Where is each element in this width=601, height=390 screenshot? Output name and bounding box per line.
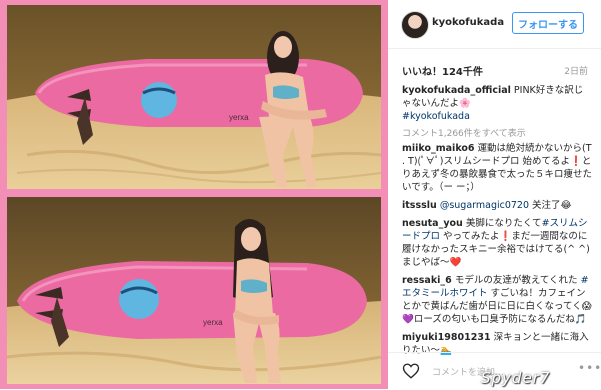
comment-mention[interactable]: @sugarmagic0720 [440, 200, 529, 211]
comment-username[interactable]: itssslu [402, 200, 437, 211]
surfboard [17, 261, 367, 339]
avatar[interactable] [401, 11, 429, 39]
post-header: kyokofukada フォローする [388, 0, 601, 49]
comment-item: nesuta_you 美脚になりたくて#スリムシードプロ やってみたよ❗️まだ一… [402, 217, 594, 269]
svg-text:yerxa: yerxa [229, 113, 249, 122]
post-sidebar: kyokofukada フォローする いいね！124千件 2日前 kyokofu… [388, 0, 601, 389]
svg-text:yerxa: yerxa [203, 318, 223, 327]
likes-count[interactable]: いいね！124千件 [402, 63, 483, 78]
comment-username[interactable]: miyuki19801231 [402, 332, 491, 343]
more-options-icon[interactable]: ••• [578, 361, 601, 375]
post-date[interactable]: 2日前 [564, 64, 588, 77]
comment-item: miiko_maiko6 運動は絶対続かないから(T . T)(ﾟ∀ﾟ)スリムシ… [402, 142, 594, 194]
caption-username[interactable]: kyokofukada_official [402, 85, 511, 96]
photo-top-illustration: yerxa [7, 5, 381, 189]
comment-username[interactable]: ressaki_6 [402, 275, 452, 286]
watermark: Spyder7 [481, 369, 551, 387]
comment-list: miiko_maiko6 運動は絶対続かないから(T . T)(ﾟ∀ﾟ)スリムシ… [402, 142, 594, 362]
comment-text: 关注了😂 [529, 200, 572, 211]
photo-collage[interactable]: yerxa yerxa [0, 0, 388, 389]
comment-item: ressaki_6 モデルの友達が教えてくれた #エタミールホワイト すごいね！… [402, 274, 594, 326]
username-link[interactable]: kyokofukada [432, 17, 504, 28]
post-caption: kyokofukada_official PINK好きな訳じゃないんだよ🌸 #k… [402, 84, 592, 123]
post-photo-bottom[interactable]: yerxa [7, 197, 381, 384]
comment-text-prefix: 美脚になりたくて [462, 218, 542, 229]
caption-hashtag[interactable]: #kyokofukada [402, 111, 470, 122]
comment-text-prefix: モデルの友達が教えてくれた [451, 275, 581, 286]
heart-icon[interactable] [402, 362, 420, 380]
follow-button[interactable]: フォローする [512, 12, 584, 34]
surfboard-logo [119, 279, 159, 319]
comment-item: itssslu @sugarmagic0720 关注了😂 [402, 199, 594, 212]
photo-bottom-illustration: yerxa [7, 197, 381, 384]
post-photo-top[interactable]: yerxa [7, 5, 381, 189]
comment-username[interactable]: miiko_maiko6 [402, 143, 475, 154]
comment-username[interactable]: nesuta_you [402, 218, 463, 229]
surfboard-logo [141, 82, 177, 118]
view-all-comments-link[interactable]: コメント1,266件をすべて表示 [402, 126, 526, 139]
